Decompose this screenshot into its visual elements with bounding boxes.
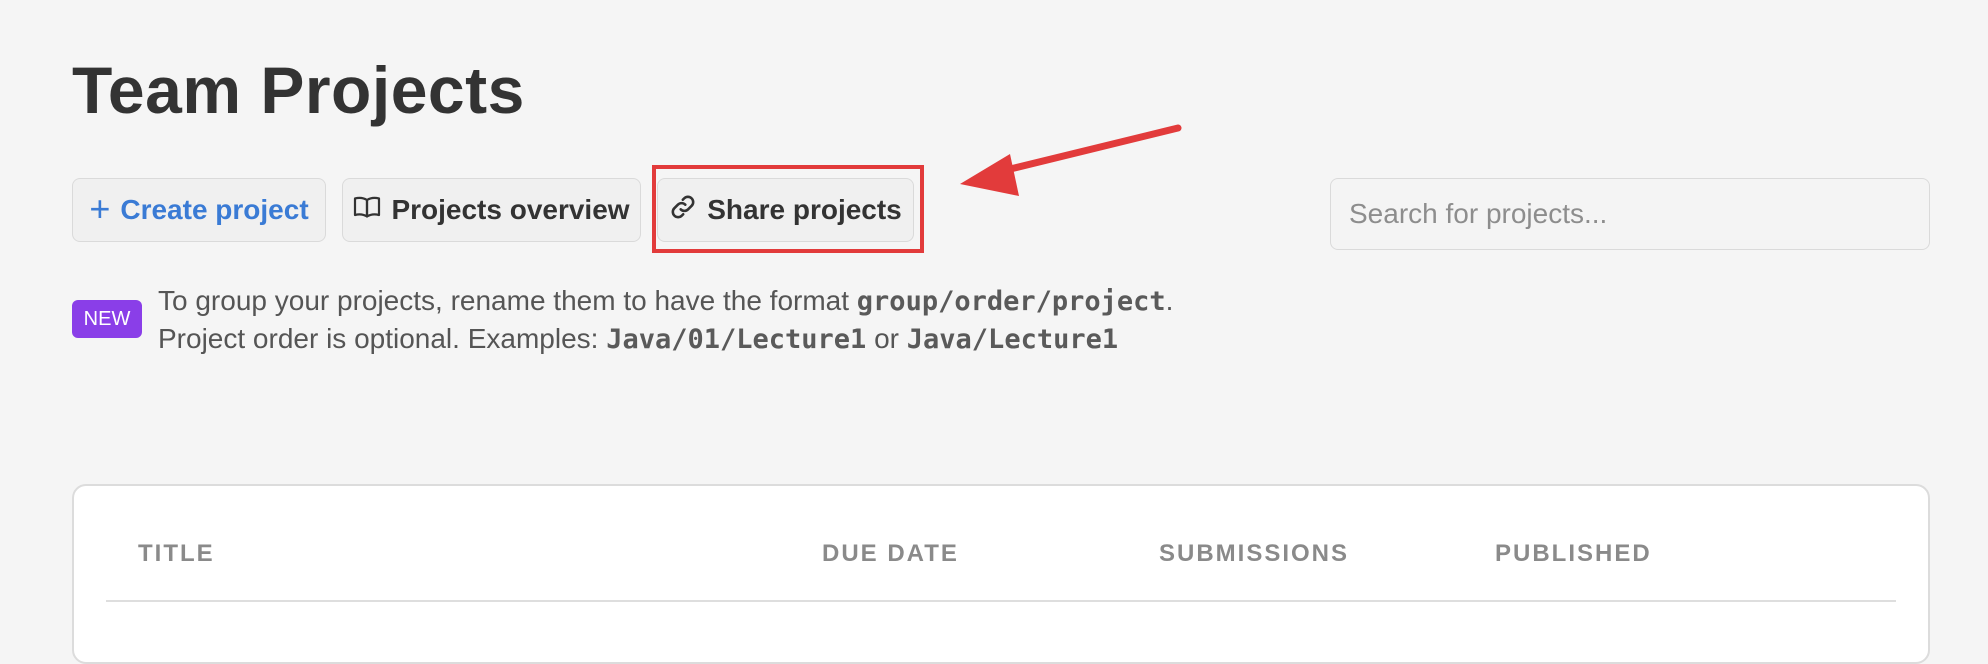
create-project-label: Create project (120, 194, 309, 225)
link-icon (669, 193, 697, 228)
projects-table: TITLE DUE DATE SUBMISSIONS PUBLISHED (72, 484, 1930, 664)
search-input[interactable] (1330, 178, 1930, 250)
column-header-due-date[interactable]: DUE DATE (822, 540, 959, 568)
grouping-notice: To group your projects, rename them to h… (158, 282, 1173, 358)
column-header-submissions[interactable]: SUBMISSIONS (1159, 540, 1349, 568)
column-header-title[interactable]: TITLE (138, 540, 215, 568)
notice-line-2: Project order is optional. Examples: Jav… (158, 320, 1173, 358)
share-projects-button[interactable]: Share projects (657, 178, 914, 242)
projects-overview-button[interactable]: Projects overview (342, 178, 641, 242)
column-header-published[interactable]: PUBLISHED (1495, 540, 1652, 568)
projects-overview-label: Projects overview (391, 194, 630, 225)
new-badge: NEW (72, 300, 142, 338)
plus-icon: + (89, 187, 111, 229)
page-title: Team Projects (72, 53, 525, 127)
notice-text-2: Project order is optional. Examples: (158, 323, 607, 354)
share-projects-label: Share projects (707, 194, 902, 225)
example-code-2: Java/Lecture1 (906, 324, 1119, 355)
annotation-arrow-icon (960, 124, 1182, 196)
notice-period: . (1165, 285, 1174, 316)
example-code-1: Java/01/Lecture1 (606, 324, 867, 355)
notice-text-1: To group your projects, rename them to h… (158, 285, 857, 316)
table-header-divider (106, 600, 1896, 602)
notice-or: or (866, 323, 907, 354)
create-project-button[interactable]: + Create project (72, 178, 326, 242)
book-open-icon (353, 194, 381, 226)
format-code: group/order/project (856, 286, 1166, 317)
notice-line-1: To group your projects, rename them to h… (158, 282, 1173, 320)
